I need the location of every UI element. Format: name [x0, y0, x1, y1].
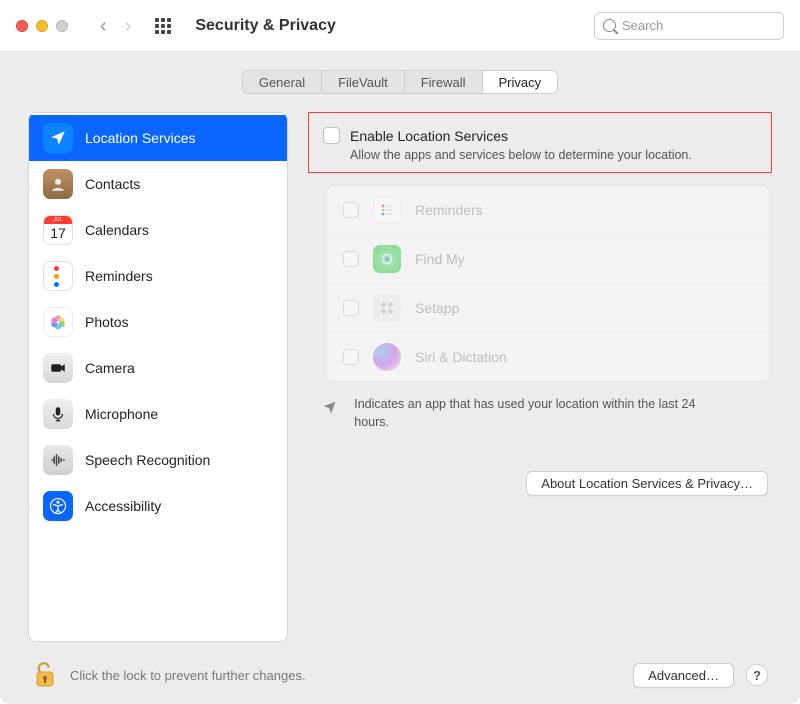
sidebar-item-label: Calendars: [85, 222, 149, 238]
detail-panel: Enable Location Services Allow the apps …: [308, 112, 772, 642]
about-location-services-button[interactable]: About Location Services & Privacy…: [526, 471, 768, 496]
app-row-find-my[interactable]: Find My: [327, 235, 769, 284]
search-placeholder: Search: [622, 18, 663, 33]
back-button[interactable]: ‹: [100, 16, 107, 36]
zoom-window-button[interactable]: [56, 20, 68, 32]
sidebar-item-label: Reminders: [85, 268, 153, 284]
sidebar-item-speech-recognition[interactable]: Speech Recognition: [29, 437, 287, 483]
location-arrow-icon: [43, 123, 73, 153]
sidebar-item-calendars[interactable]: JUL 17 Calendars: [29, 207, 287, 253]
siri-icon: [373, 343, 401, 371]
enable-location-checkbox[interactable]: [323, 127, 340, 144]
app-checkbox[interactable]: [343, 300, 359, 316]
forward-button[interactable]: ›: [125, 16, 132, 36]
nav-arrows: ‹ ›: [100, 16, 131, 36]
footer: Click the lock to prevent further change…: [28, 642, 772, 692]
columns: Location Services Contacts JUL 17 Calend…: [28, 112, 772, 642]
location-arrow-icon: ➤: [319, 394, 355, 430]
accessibility-icon: [43, 491, 73, 521]
app-checkbox[interactable]: [343, 349, 359, 365]
sidebar-item-microphone[interactable]: Microphone: [29, 391, 287, 437]
usage-indicator-note: ➤ Indicates an app that has used your lo…: [308, 382, 772, 435]
tab-general[interactable]: General: [243, 71, 322, 93]
tab-privacy[interactable]: Privacy: [483, 71, 558, 93]
sidebar-item-label: Accessibility: [85, 498, 161, 514]
camera-icon: [43, 353, 73, 383]
window-title: Security & Privacy: [195, 17, 336, 35]
reminders-icon: [373, 196, 401, 224]
show-all-prefs-button[interactable]: [155, 18, 171, 34]
calendar-icon: JUL 17: [43, 215, 73, 245]
tab-firewall[interactable]: Firewall: [405, 71, 483, 93]
photos-icon: [43, 307, 73, 337]
advanced-button[interactable]: Advanced…: [633, 663, 734, 688]
privacy-sidebar: Location Services Contacts JUL 17 Calend…: [28, 112, 288, 642]
app-label: Reminders: [415, 202, 483, 218]
footer-text: Click the lock to prevent further change…: [70, 668, 621, 683]
segmented-tabs: General FileVault Firewall Privacy: [242, 70, 558, 94]
sidebar-item-contacts[interactable]: Contacts: [29, 161, 287, 207]
setapp-icon: [373, 294, 401, 322]
search-input[interactable]: Search: [594, 12, 784, 40]
tab-filevault[interactable]: FileVault: [322, 71, 405, 93]
sidebar-item-label: Location Services: [85, 130, 196, 146]
close-window-button[interactable]: [16, 20, 28, 32]
sidebar-item-label: Speech Recognition: [85, 452, 210, 468]
sidebar-item-label: Microphone: [85, 406, 158, 422]
window: ‹ › Security & Privacy Search General Fi…: [0, 0, 800, 704]
reminders-icon: [43, 261, 73, 291]
app-checkbox[interactable]: [343, 202, 359, 218]
app-row-setapp[interactable]: Setapp: [327, 284, 769, 333]
sidebar-item-camera[interactable]: Camera: [29, 345, 287, 391]
body-area: General FileVault Firewall Privacy Locat…: [0, 52, 800, 704]
enable-location-row[interactable]: Enable Location Services: [323, 127, 753, 144]
indicator-text: Indicates an app that has used your loca…: [354, 396, 714, 431]
sidebar-item-photos[interactable]: Photos: [29, 299, 287, 345]
app-label: Siri & Dictation: [415, 349, 507, 365]
titlebar: ‹ › Security & Privacy Search: [0, 0, 800, 52]
microphone-icon: [43, 399, 73, 429]
app-row-reminders[interactable]: Reminders: [327, 186, 769, 235]
app-row-siri-dictation[interactable]: Siri & Dictation: [327, 333, 769, 381]
enable-location-label: Enable Location Services: [350, 128, 508, 144]
lock-button[interactable]: [32, 660, 58, 690]
search-icon: [603, 19, 616, 32]
enable-location-subtext: Allow the apps and services below to det…: [350, 148, 753, 162]
minimize-window-button[interactable]: [36, 20, 48, 32]
find-my-icon: [373, 245, 401, 273]
app-label: Setapp: [415, 300, 459, 316]
sidebar-item-accessibility[interactable]: Accessibility: [29, 483, 287, 529]
sidebar-item-label: Camera: [85, 360, 135, 376]
sidebar-item-reminders[interactable]: Reminders: [29, 253, 287, 299]
sidebar-item-label: Photos: [85, 314, 129, 330]
app-checkbox[interactable]: [343, 251, 359, 267]
enable-location-highlight: Enable Location Services Allow the apps …: [308, 112, 772, 173]
help-button[interactable]: ?: [746, 664, 768, 686]
traffic-lights: [16, 20, 68, 32]
waveform-icon: [43, 445, 73, 475]
app-label: Find My: [415, 251, 465, 267]
sidebar-item-location-services[interactable]: Location Services: [29, 115, 287, 161]
sidebar-item-label: Contacts: [85, 176, 140, 192]
contacts-icon: [43, 169, 73, 199]
location-apps-list: Reminders Find My Seta: [326, 185, 770, 382]
